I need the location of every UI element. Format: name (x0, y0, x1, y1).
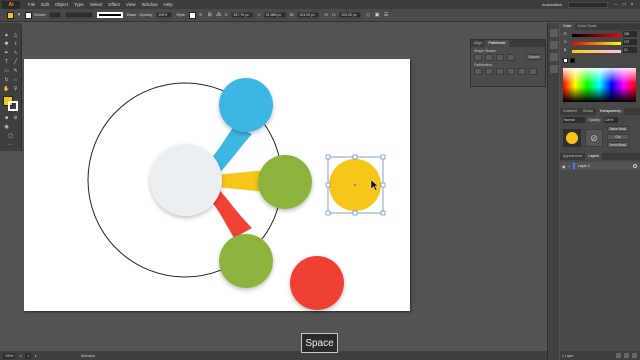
pathfinder-panel: Align Pathfinder Shape Modes: Expand Pat… (470, 39, 546, 87)
layers-panel-tabs: Appearance Layers (560, 153, 640, 160)
opacity-label: Opacity: (588, 118, 601, 122)
resize-handle[interactable] (325, 182, 331, 188)
resize-handle[interactable] (325, 154, 331, 160)
tab-layers[interactable]: Layers (585, 153, 603, 160)
minus-front-button[interactable] (485, 54, 493, 61)
tab-appearance[interactable]: Appearance (560, 153, 585, 160)
panel-icon-bar (547, 23, 559, 360)
pathfinders-row (474, 68, 545, 75)
resize-handle[interactable] (380, 210, 386, 216)
pathfinder-tabs: Align Pathfinder (471, 40, 545, 47)
keystroke-overlay: Space (301, 333, 338, 353)
layer-color-chip (572, 163, 575, 169)
zoom-field[interactable]: 100% (3, 352, 16, 359)
resize-handle[interactable] (380, 182, 386, 188)
green-circle-bottom[interactable] (219, 234, 273, 288)
trash-icon[interactable] (632, 353, 637, 358)
tab-color-guide[interactable]: Color Guide (575, 23, 600, 30)
right-panels: Color Color Guide R 255 G 197 B 24 Gradi… (560, 23, 640, 360)
r-slider[interactable]: R 255 (564, 31, 637, 38)
opacity-field[interactable]: 100% (603, 117, 618, 123)
center-point (354, 184, 356, 186)
prev-artboard-icon[interactable]: ◂ (19, 354, 21, 358)
resize-handle[interactable] (380, 154, 386, 160)
status-bar: 100% ◂ 1 ▸ Selection (0, 351, 547, 360)
b-slider[interactable]: B 24 (564, 47, 637, 54)
minus-back-button[interactable] (529, 68, 537, 75)
color-spectrum[interactable] (563, 68, 636, 102)
no-mask-icon: ⊘ (590, 132, 598, 143)
new-sublayer-icon[interactable] (616, 353, 621, 358)
tab-transparency[interactable]: Transparency (596, 108, 625, 115)
invert-mask-checkbox[interactable]: Invert Mask (607, 142, 629, 148)
transparency-controls: Normal Opacity: 100% (563, 117, 637, 123)
red-circle[interactable] (290, 256, 344, 310)
b-label: B (564, 48, 567, 52)
resize-handle[interactable] (352, 154, 358, 160)
target-icon[interactable] (633, 164, 637, 168)
tab-align[interactable]: Align (471, 40, 485, 47)
thumbnail-dot (566, 132, 578, 144)
layer-name[interactable]: Layer 1 (578, 164, 590, 168)
symbols-panel-icon[interactable] (550, 65, 558, 73)
g-label: G (564, 40, 567, 44)
layers-footer: 1 Layer (560, 351, 640, 360)
trim-button[interactable] (485, 68, 493, 75)
brushes-panel-icon[interactable] (550, 53, 558, 61)
layer-row[interactable]: ◉ › Layer 1 (560, 162, 640, 170)
outline-button[interactable] (518, 68, 526, 75)
g-value[interactable]: 197 (623, 39, 637, 45)
transparency-preview: ⊘ Make Mask Clip Invert Mask (563, 126, 637, 150)
resize-handle[interactable] (325, 210, 331, 216)
intersect-button[interactable] (496, 54, 504, 61)
r-track[interactable] (572, 34, 621, 37)
transparency-panel-tabs: Gradient Stroke Transparency (560, 108, 640, 115)
tab-pathfinder[interactable]: Pathfinder (485, 40, 509, 47)
expand-button[interactable]: Expand (526, 54, 542, 60)
b-value[interactable]: 24 (623, 47, 637, 53)
tool-status: Selection (80, 353, 96, 358)
b-track[interactable] (572, 50, 621, 53)
color-panel-tabs: Color Color Guide (560, 23, 640, 30)
color-panel-icon[interactable] (550, 29, 558, 37)
mini-swatches (563, 58, 640, 63)
crop-button[interactable] (507, 68, 515, 75)
chevron-right-icon[interactable]: › (569, 164, 570, 169)
next-artboard-icon[interactable]: ▸ (35, 354, 37, 358)
g-slider[interactable]: G 197 (564, 39, 637, 46)
pathfinders-label: Pathfinders: (474, 63, 493, 67)
r-value[interactable]: 255 (623, 31, 637, 37)
g-track[interactable] (572, 42, 621, 45)
blue-circle[interactable] (219, 78, 273, 132)
white-swatch[interactable] (563, 58, 568, 63)
green-circle-right[interactable] (258, 155, 312, 209)
blend-mode-select[interactable]: Normal (563, 117, 585, 123)
object-thumbnail[interactable] (563, 129, 581, 147)
tab-stroke[interactable]: Stroke (580, 108, 596, 115)
new-layer-icon[interactable] (624, 353, 629, 358)
tab-gradient[interactable]: Gradient (560, 108, 580, 115)
clip-checkbox[interactable]: Clip (607, 134, 629, 140)
layer-count: 1 Layer (562, 353, 574, 358)
artboard-number-field[interactable]: 1 (25, 352, 32, 359)
mask-thumbnail[interactable]: ⊘ (585, 129, 603, 147)
resize-handle[interactable] (352, 210, 358, 216)
exclude-button[interactable] (507, 54, 515, 61)
r-label: R (564, 32, 567, 36)
divide-button[interactable] (474, 68, 482, 75)
merge-button[interactable] (496, 68, 504, 75)
hub-circle[interactable] (150, 144, 222, 216)
black-swatch[interactable] (570, 58, 575, 63)
swatches-panel-icon[interactable] (550, 41, 558, 49)
make-mask-button[interactable]: Make Mask (607, 126, 629, 132)
unite-button[interactable] (474, 54, 482, 61)
shape-modes-label: Shape Modes: (474, 49, 497, 53)
eye-icon[interactable]: ◉ (562, 164, 566, 169)
shape-modes-row: Expand (474, 54, 545, 61)
tab-color[interactable]: Color (560, 23, 575, 30)
